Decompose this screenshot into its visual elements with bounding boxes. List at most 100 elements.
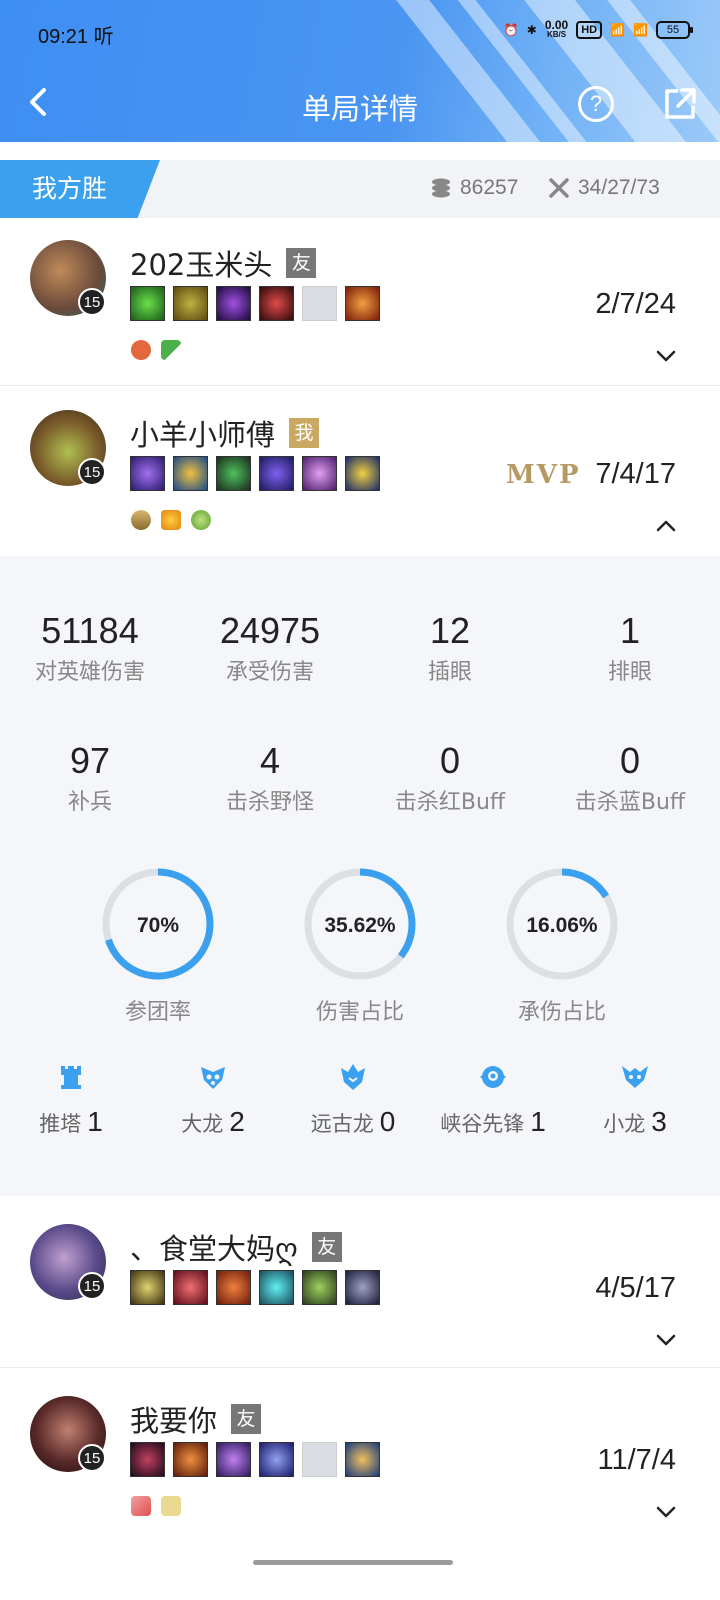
player-row[interactable]: 15 、食堂大妈ღ 友 4/5/17 [0,1196,720,1368]
team-gold: 86257 [430,176,518,200]
header-bar: 09:21 听 ⏰ ✱ 0.00 KB/S HD 📶 📶 55 单局详情 ? [0,0,720,142]
item-icon [302,1270,337,1305]
player-row-self[interactable]: 15 小羊小师傅 我 MVP 7/4/17 [0,386,720,556]
item-icon [259,1442,294,1477]
progress-ring: 35.62% [304,868,416,980]
alarm-icon: ⏰ [503,23,519,37]
home-indicator[interactable] [253,1560,453,1565]
status-time: 09:21 听 [38,26,114,48]
chevron-down-icon[interactable] [654,344,678,368]
stat-blue-buff: 0 击杀蓝Buff [574,740,686,815]
share-icon [665,88,696,119]
objective-dragon: 小龙 3 [560,1062,710,1138]
level-badge: 15 [78,458,106,486]
summoner-spells [131,510,211,530]
ring-damage-taken-share: 16.06% 承伤占比 [462,864,662,1026]
item-icon [130,1270,165,1305]
player-kda: 4/5/17 [595,1272,676,1304]
dragon-icon [622,1066,648,1088]
question-icon: ? [589,91,603,116]
progress-ring: 70% [102,868,214,980]
item-icon [173,456,208,491]
elder-dragon-icon [341,1064,365,1090]
mvp-badge: MVP [506,460,581,490]
svg-text:16.06%: 16.06% [526,914,598,937]
item-icon [302,456,337,491]
coins-icon [432,178,450,198]
spell-icon [131,510,151,530]
item-icon [345,1270,380,1305]
item-icon [130,286,165,321]
stat-monsters: 4 击杀野怪 [225,740,314,815]
bluetooth-icon: ✱ [526,23,537,37]
signal-5g-icon: 📶 [610,23,626,37]
share-button[interactable] [662,86,698,122]
ring-damage-share: 35.62% 伤害占比 [260,864,460,1026]
item-icon [216,456,251,491]
ring-label: 伤害占比 [315,1000,404,1025]
objective-rift-herald: 峡谷先锋 1 [418,1062,568,1138]
level-badge: 15 [78,288,106,316]
item-icon [216,286,251,321]
crossed-swords-icon [549,178,569,198]
player-row[interactable]: 15 202玉米头 友 2/7/24 [0,218,720,386]
ring-label: 参团率 [124,1000,191,1025]
help-button[interactable]: ? [578,86,614,122]
match-summary: 我方胜 86257 34/27/73 [0,160,720,218]
player-name: 我要你 友 [130,1398,262,1440]
item-icon [345,286,380,321]
summoner-spells [131,1496,181,1516]
team-kda: 34/27/73 [548,176,660,200]
baron-icon [201,1067,225,1089]
progress-ring: 16.06% [506,868,618,980]
chevron-down-icon[interactable] [654,1500,678,1524]
stat-wards-placed: 12 插眼 [427,610,472,685]
empty-item-slot [302,1442,337,1477]
svg-text:70%: 70% [137,914,179,937]
battery-icon: 55 [656,21,693,39]
friend-tag: 友 [286,248,317,278]
ring-kill-participation: 70% 参团率 [58,864,258,1026]
player-name: 、食堂大妈ღ 友 [130,1226,342,1268]
item-icon [345,456,380,491]
chevron-down-icon[interactable] [654,1328,678,1352]
stat-red-buff: 0 击杀红Buff [394,740,506,815]
item-list [130,1270,380,1305]
player-kda: 7/4/17 [595,458,676,490]
chevron-up-icon[interactable] [654,514,678,538]
player-row[interactable]: 15 我要你 友 11/7/4 [0,1368,720,1540]
item-icon [173,1270,208,1305]
flag-icon [161,340,181,360]
player-name: 202玉米头 友 [130,242,317,284]
item-icon [173,1442,208,1477]
level-badge: 15 [78,1444,106,1472]
net-speed: 0.00 KB/S [544,18,569,39]
stat-damage-taken: 24975 承受伤害 [219,610,321,685]
hd-icon: HD [576,21,603,39]
objective-elder-dragon: 远古龙 0 [278,1062,428,1138]
result-badge: 我方胜 [0,160,160,218]
stat-damage-dealt: 51184 对英雄伤害 [34,610,145,685]
stat-wards-cleared: 1 排眼 [607,610,652,685]
item-list [130,1442,380,1477]
status-icons: ⏰ ✱ 0.00 KB/S HD 📶 📶 55 [503,18,693,40]
level-badge: 15 [78,1272,106,1300]
item-icon [130,1442,165,1477]
player-kda: 2/7/24 [595,288,676,320]
summoner-spells [131,340,181,360]
item-icon [173,286,208,321]
item-icon [216,1442,251,1477]
rift-herald-icon [480,1066,506,1088]
player-kda: 11/7/4 [597,1444,676,1476]
spell-icon [161,510,181,530]
item-icon [130,456,165,491]
signal-4g-icon: 📶 [633,23,648,37]
item-list [130,286,380,321]
spell-icon [191,510,211,530]
objective-towers: 推塔 1 [0,1062,146,1138]
item-icon [259,1270,294,1305]
spell-icon [161,1496,181,1516]
spell-icon [131,340,151,360]
item-icon [259,456,294,491]
item-list [130,456,380,491]
